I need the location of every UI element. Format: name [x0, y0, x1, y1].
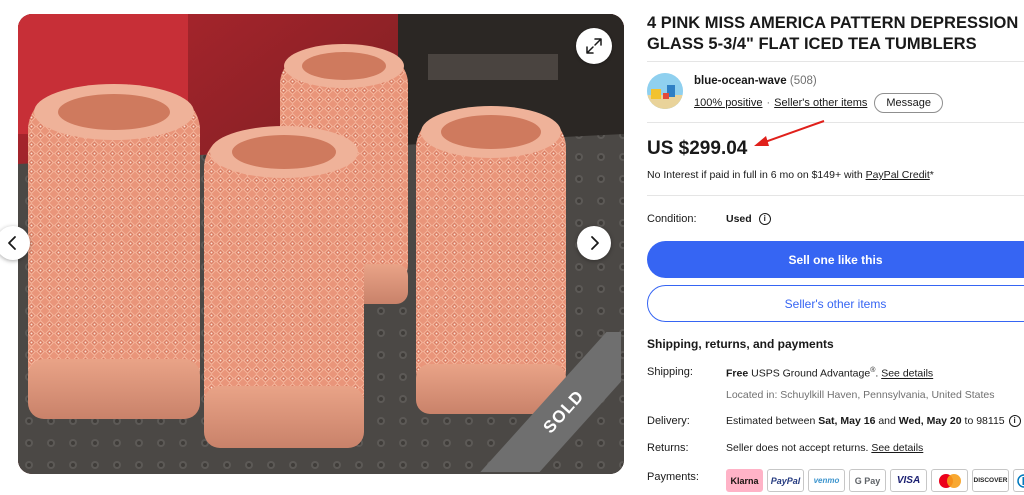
item-location: Located in: Schuylkill Haven, Pennsylvan… [726, 389, 995, 401]
listing-info-panel: 4 PINK MISS AMERICA PATTERN DEPRESSION G… [647, 0, 1024, 495]
message-seller-button[interactable]: Message [874, 93, 944, 113]
separator-dot: · [766, 97, 771, 109]
item-price: US $299.04 [647, 138, 748, 159]
listing-title: 4 PINK MISS AMERICA PATTERN DEPRESSION G… [647, 14, 1019, 53]
paypal-icon: PayPal [767, 469, 804, 492]
image-gallery: SOLD [0, 14, 625, 474]
financing-asterisk: * [929, 169, 934, 181]
seller-card: blue-ocean-wave (508) 100% positive · Se… [647, 73, 1024, 113]
divider [647, 122, 1024, 123]
financing-note: No Interest if paid in full in 6 mo on $… [647, 169, 934, 181]
paypal-credit-link[interactable]: PayPal Credit [866, 169, 930, 181]
seller-links: 100% positive · Seller's other items Mes… [694, 93, 944, 113]
delivery-end-date: Wed, May 20 [898, 415, 962, 427]
visa-icon: VISA [890, 469, 927, 492]
diners-club-icon [1013, 469, 1024, 492]
seller-name[interactable]: blue-ocean-wave [694, 75, 787, 87]
klarna-icon: Klarna [726, 469, 763, 492]
next-image-button[interactable] [577, 226, 611, 260]
sell-one-like-this-button[interactable]: Sell one like this [647, 241, 1024, 278]
delivery-zip[interactable]: to 98115 [962, 415, 1005, 427]
divider [647, 195, 1024, 196]
returns-value: Seller does not accept returns. See deta… [726, 442, 923, 454]
info-icon[interactable]: i [1008, 415, 1021, 427]
shipping-section-heading: Shipping, returns, and payments [647, 337, 834, 351]
listing-photo[interactable] [18, 14, 624, 474]
google-pay-icon: G Pay [849, 469, 886, 492]
seller-name-line: blue-ocean-wave (508) [694, 75, 817, 87]
divider [647, 61, 1024, 62]
diners-club-logo [1016, 473, 1024, 488]
seller-avatar[interactable] [647, 73, 683, 109]
seller-other-items-link[interactable]: Seller's other items [774, 97, 867, 109]
seller-avatar-image [647, 73, 683, 109]
payments-label: Payments: [647, 471, 699, 483]
returns-text: Seller does not accept returns. [726, 442, 869, 454]
chevron-right-icon [591, 236, 599, 250]
delivery-and: and [875, 415, 899, 427]
financing-text: No Interest if paid in full in 6 mo on $… [647, 169, 866, 181]
delivery-value: Estimated between Sat, May 16 and Wed, M… [726, 415, 1021, 427]
info-icon[interactable]: i [758, 213, 771, 225]
mastercard-icon [931, 469, 968, 492]
condition-label: Condition: [647, 213, 697, 225]
chevron-left-icon [8, 236, 16, 250]
sellers-other-items-button[interactable]: Seller's other items [647, 285, 1024, 322]
delivery-prefix: Estimated between [726, 415, 819, 427]
glass-tumblers-photo [18, 14, 624, 474]
listing-page: SOLD 4 PINK MISS AMERICA PATTERN DEPRESS… [0, 0, 1024, 495]
shipping-service: USPS Ground Advantage [751, 367, 871, 380]
condition-value: Used [726, 213, 752, 225]
delivery-label: Delivery: [647, 415, 690, 427]
registered-mark: ® [870, 367, 876, 374]
shipping-value: Free USPS Ground Advantage®. See details [726, 367, 934, 380]
expand-icon [586, 38, 602, 54]
positive-feedback-link[interactable]: 100% positive [694, 97, 763, 109]
discover-icon: DISCOVER [972, 469, 1009, 492]
shipping-details-link[interactable]: See details [881, 368, 933, 380]
delivery-start-date: Sat, May 16 [818, 415, 876, 427]
shipping-free: Free [726, 367, 749, 380]
returns-label: Returns: [647, 442, 689, 454]
fullscreen-button[interactable] [576, 28, 612, 64]
venmo-icon: venmo [808, 469, 845, 492]
shipping-label: Shipping: [647, 366, 693, 378]
annotation-arrow-icon [754, 120, 825, 146]
seller-feedback-count: (508) [789, 75, 817, 87]
mastercard-logo [938, 473, 961, 488]
returns-details-link[interactable]: See details [871, 442, 923, 454]
condition-value-row: Used i [726, 213, 771, 225]
payment-methods: Klarna PayPal venmo G Pay VISA DISCOVER [726, 469, 1024, 492]
